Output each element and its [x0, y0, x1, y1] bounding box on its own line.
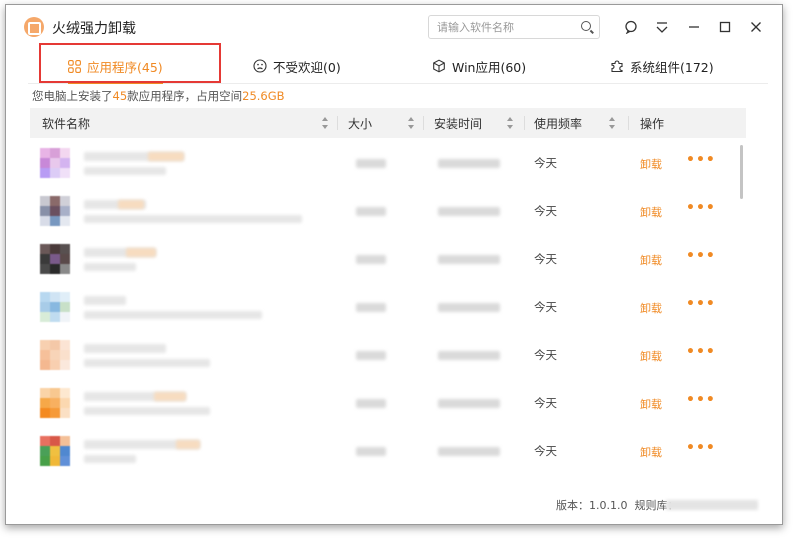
summary-count: 45 — [112, 89, 128, 103]
uninstall-button[interactable]: 卸载 — [640, 156, 662, 172]
annotation-highlight-box — [39, 43, 221, 83]
column-actions: 操作 — [640, 116, 665, 131]
column-divider — [337, 116, 338, 130]
rules-version-value — [666, 500, 758, 510]
table-row[interactable]: 今天 卸载 ••• — [30, 426, 746, 474]
tab-label: 系统组件(172) — [630, 59, 714, 75]
tab-win-apps[interactable]: Win应用(60) — [432, 49, 526, 83]
app-icon — [40, 292, 70, 322]
uninstall-button[interactable]: 卸载 — [640, 348, 662, 364]
install-summary: 您电脑上安装了45款应用程序，占用空间25.6GB — [32, 88, 285, 104]
summary-middle: 款应用程序，占用空间 — [127, 89, 243, 103]
software-list: 今天 卸载 ••• 今天 卸载 ••• 今天 卸载 ••• 今天 卸载 ••• … — [30, 138, 746, 486]
usage-frequency: 今天 — [534, 348, 557, 362]
search-icon[interactable] — [581, 21, 591, 31]
column-divider — [423, 116, 424, 130]
more-options-icon[interactable]: ••• — [686, 152, 716, 168]
uninstall-button[interactable]: 卸载 — [640, 204, 662, 220]
tab-system-components[interactable]: 系统组件(172) — [610, 49, 714, 83]
feedback-icon[interactable] — [619, 15, 643, 39]
usage-frequency: 今天 — [534, 204, 557, 218]
summary-prefix: 您电脑上安装了 — [32, 89, 113, 103]
maximize-icon[interactable] — [713, 15, 737, 39]
more-options-icon[interactable]: ••• — [686, 392, 716, 408]
search-input[interactable] — [429, 17, 577, 38]
uninstaller-window: 火绒强力卸载 应用程序(45) — [5, 4, 783, 525]
sad-face-icon — [253, 59, 267, 73]
more-options-icon[interactable]: ••• — [686, 440, 716, 456]
tab-label: 不受欢迎(0) — [273, 59, 341, 75]
column-divider — [524, 116, 525, 130]
version-label: 版本：1.0.1.0 — [556, 499, 628, 512]
footer-info: 版本：1.0.1.0 规则库： — [556, 497, 678, 513]
table-header: 软件名称 大小 安装时间 使用频率 操作 — [30, 108, 746, 138]
more-options-icon[interactable]: ••• — [686, 296, 716, 312]
uninstall-button[interactable]: 卸载 — [640, 444, 662, 460]
app-icon — [40, 244, 70, 274]
sort-icon[interactable] — [609, 117, 615, 129]
puzzle-icon — [610, 59, 624, 73]
tab-unwanted[interactable]: 不受欢迎(0) — [253, 49, 341, 83]
app-logo-icon — [24, 17, 44, 37]
app-icon — [40, 340, 70, 370]
sort-icon[interactable] — [322, 117, 328, 129]
list-scrollbar[interactable] — [740, 145, 743, 199]
uninstall-button[interactable]: 卸载 — [640, 396, 662, 412]
usage-frequency: 今天 — [534, 156, 557, 170]
search-box[interactable] — [428, 15, 600, 39]
app-icon — [40, 148, 70, 178]
tab-label: Win应用(60) — [452, 59, 527, 75]
app-icon — [40, 388, 70, 418]
column-size[interactable]: 大小 — [348, 108, 372, 138]
more-options-icon[interactable]: ••• — [686, 248, 716, 264]
column-usage[interactable]: 使用频率 — [534, 108, 582, 138]
usage-frequency: 今天 — [534, 300, 557, 314]
column-name[interactable]: 软件名称 — [42, 108, 90, 138]
table-row[interactable]: 今天 卸载 ••• — [30, 234, 746, 282]
box-icon — [432, 59, 446, 73]
usage-frequency: 今天 — [534, 396, 557, 410]
table-row[interactable]: 今天 卸载 ••• — [30, 282, 746, 330]
sort-icon[interactable] — [408, 117, 414, 129]
uninstall-button[interactable]: 卸载 — [640, 252, 662, 268]
app-title: 火绒强力卸载 — [52, 21, 136, 37]
column-install-time[interactable]: 安装时间 — [434, 108, 482, 138]
close-icon[interactable] — [744, 15, 768, 39]
table-row[interactable]: 今天 卸载 ••• — [30, 330, 746, 378]
app-icon — [40, 196, 70, 226]
usage-frequency: 今天 — [534, 252, 557, 266]
table-row[interactable]: 今天 卸载 ••• — [30, 378, 746, 426]
summary-size: 25.6GB — [242, 89, 285, 103]
app-icon — [40, 436, 70, 466]
minimize-icon[interactable] — [682, 15, 706, 39]
more-options-icon[interactable]: ••• — [686, 200, 716, 216]
usage-frequency: 今天 — [534, 444, 557, 458]
column-divider — [628, 116, 629, 130]
sort-icon[interactable] — [507, 117, 513, 129]
more-options-icon[interactable]: ••• — [686, 344, 716, 360]
table-row[interactable]: 今天 卸载 ••• — [30, 138, 746, 186]
uninstall-button[interactable]: 卸载 — [640, 300, 662, 316]
table-row[interactable]: 今天 卸载 ••• — [30, 186, 746, 234]
menu-icon[interactable] — [650, 15, 674, 39]
